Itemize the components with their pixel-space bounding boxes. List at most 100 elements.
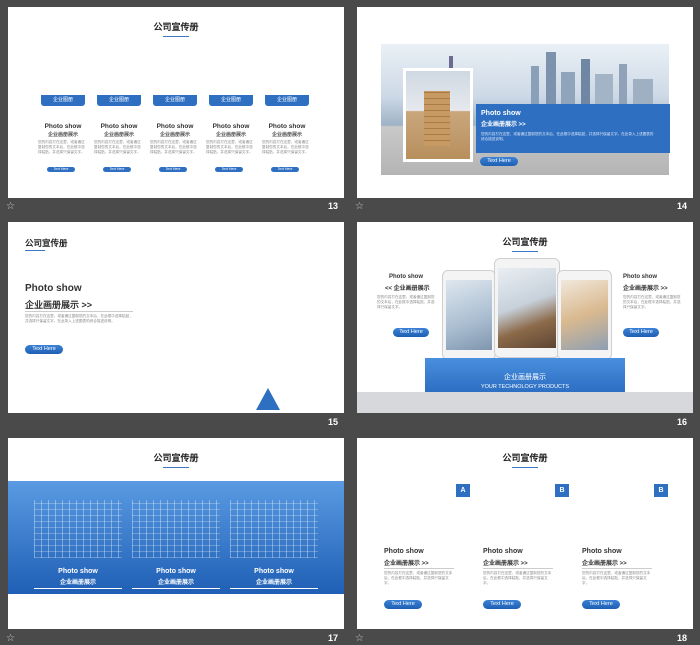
- column-heading-1: Photo show: [582, 548, 622, 555]
- slide-number: 17: [327, 633, 338, 643]
- text-here-pill[interactable]: Text Here: [159, 167, 187, 172]
- text-here-pill[interactable]: Text Here: [271, 167, 299, 172]
- body-text: 您的内容打在这里，或者通过复制您的文本后，在此框中选择粘贴，并选择只保留文字。在…: [25, 314, 133, 323]
- card-heading-2: 企业画册展示: [157, 580, 194, 586]
- card-underline: [34, 588, 122, 589]
- bottom-strip: [357, 392, 693, 413]
- blocks-photo: [403, 68, 473, 162]
- col-heading-1: Photo show: [156, 123, 194, 130]
- slide-17[interactable]: 公司宣传册 Photo show 企业画册展示 Photo show 企业画册展…: [8, 438, 344, 629]
- slide-15[interactable]: 公司宣传册 Photo show 企业画册展示 >> 您的内容打在这里，或者通过…: [8, 222, 344, 413]
- slide-13-footer: ☆ 13: [4, 198, 346, 220]
- text-here-button[interactable]: Text Here: [483, 600, 521, 609]
- slide-14-footer: ☆ 14: [353, 198, 695, 220]
- band-line-1: 企业画册展示: [504, 374, 546, 381]
- tab-label-4: 企业图册: [209, 95, 253, 106]
- tab-label-2: 企业图册: [97, 95, 141, 106]
- photo-4: [209, 55, 253, 97]
- col-heading-1: Photo show: [268, 123, 306, 130]
- tab-label-1: 企业图册: [41, 95, 85, 106]
- slide-number: 14: [676, 201, 687, 211]
- overlay-line-1: 企业画册展示: [218, 301, 249, 307]
- slide-title: 公司宣传册: [8, 20, 344, 37]
- card-photo-1: [34, 500, 122, 558]
- slide-number: 15: [327, 417, 338, 427]
- tab-label-3: 企业图册: [153, 95, 197, 106]
- card-heading-1: Photo show: [156, 568, 196, 575]
- col-body: 您的内容打在这里，或者通过复制您的文本后，在此框中选择粘贴，并选择只保留文字。: [262, 140, 309, 154]
- slide-title: 公司宣传册: [357, 451, 693, 468]
- panel-heading-1: Photo show: [481, 110, 521, 117]
- triangle-accent: [256, 388, 280, 410]
- col-heading-2: 企业画册展示: [159, 132, 190, 138]
- photo-5: [265, 55, 309, 97]
- column-heading-1: Photo show: [483, 548, 523, 555]
- right-text-here-button[interactable]: Text Here: [623, 328, 659, 337]
- panel-body: 您的内容打在这里，或者通过复制您的文本后，在此框中选择粘贴，并选择只保留文字。在…: [481, 132, 654, 141]
- left-text-here-button[interactable]: Text Here: [393, 328, 429, 337]
- slide-16[interactable]: 公司宣传册 Photo show << 企业画册展示 您的内容打在这里，或者通过…: [357, 222, 693, 413]
- column-heading-2: 企业画册展示 >>: [384, 561, 429, 567]
- slide-15-footer: 15: [4, 414, 346, 436]
- star-icon[interactable]: ☆: [6, 633, 15, 644]
- col-heading-1: Photo show: [44, 123, 82, 130]
- overlay-line-2: YOUR TECHNOLOGY: [208, 309, 259, 315]
- star-icon[interactable]: ☆: [6, 201, 15, 212]
- col-body: 您的内容打在这里，或者通过复制您的文本后，在此框中选择粘贴，并选择只保留文字。: [94, 140, 141, 154]
- text-here-button[interactable]: Text Here: [384, 600, 422, 609]
- text-here-pill[interactable]: Text Here: [215, 167, 243, 172]
- badge-2: B: [555, 484, 569, 497]
- left-heading-2: << 企业画册展示: [385, 286, 430, 292]
- overlay-text: 企业画册展示 YOUR TECHNOLOGY PRODUCTS: [208, 300, 259, 324]
- slide-number: 13: [327, 201, 338, 211]
- phone-center: [494, 258, 560, 358]
- slide-number: 18: [676, 633, 687, 643]
- photo-3: [153, 55, 197, 97]
- card-heading-2: 企业画册展示: [255, 580, 292, 586]
- slide-title: 公司宣传册: [8, 451, 344, 468]
- text-here-button[interactable]: Text Here: [480, 157, 518, 166]
- column-divider: [582, 568, 652, 569]
- phone-left: [442, 270, 496, 360]
- right-body-text: 您的内容打在这里，或者通过复制您的文本后，在此框中选择粘贴，并选择只保留文字。: [623, 295, 681, 309]
- info-panel: Photo show 企业画册展示 >> 您的内容打在这里，或者通过复制您的文本…: [476, 104, 670, 153]
- slide-18[interactable]: 公司宣传册 A Photo show 企业画册展示 >> 您的内容打在这里，或者…: [357, 438, 693, 629]
- card-photo-3: [230, 500, 318, 558]
- slide-16-footer: 16: [353, 414, 695, 436]
- column-heading-2: 企业画册展示 >>: [483, 561, 528, 567]
- col-body: 您的内容打在这里，或者通过复制您的文本后，在此框中选择粘贴，并选择只保留文字。: [38, 140, 85, 154]
- column-divider: [384, 568, 454, 569]
- left-body-text: 您的内容打在这里，或者通过复制您的文本后，在此框中选择粘贴，并选择只保留文字。: [377, 295, 435, 309]
- slide-13[interactable]: 公司宣传册 企业图册 Photo show 企业画册展示 您的内容打在这里，或者…: [8, 7, 344, 198]
- right-heading-2: 企业画册展示 >>: [623, 286, 668, 292]
- left-heading-1: Photo show: [389, 274, 423, 280]
- card-photo-2: [132, 500, 220, 558]
- star-icon[interactable]: ☆: [355, 633, 364, 644]
- card-heading-1: Photo show: [58, 568, 98, 575]
- photo-1: [41, 55, 85, 97]
- badge-1: A: [456, 484, 470, 497]
- text-here-pill[interactable]: Text Here: [103, 167, 131, 172]
- band-line-2: YOUR TECHNOLOGY PRODUCTS: [480, 384, 570, 390]
- column-heading-2: 企业画册展示 >>: [582, 561, 627, 567]
- col-heading-2: 企业画册展示: [215, 132, 246, 138]
- badge-3: B: [654, 484, 668, 497]
- card-underline: [230, 588, 318, 589]
- text-here-button[interactable]: Text Here: [25, 345, 63, 354]
- slide-18-footer: ☆ 18: [353, 630, 695, 645]
- star-icon[interactable]: ☆: [355, 201, 364, 212]
- phone-right: [557, 270, 612, 360]
- slide-title: 公司宣传册: [25, 238, 68, 248]
- column-body: 您的内容打在这里，或者通过复制您的文本后，在此框中选择粘贴，并选择只保留文字。: [384, 571, 453, 585]
- col-heading-1: Photo show: [212, 123, 250, 130]
- slide-17-footer: ☆ 17: [4, 630, 346, 645]
- col-heading-2: 企业画册展示: [103, 132, 134, 138]
- col-heading-2: 企业画册展示: [271, 132, 302, 138]
- heading-1: Photo show: [25, 283, 82, 294]
- col-heading-1: Photo show: [100, 123, 138, 130]
- slide-14[interactable]: Photo show 企业画册展示 >> 您的内容打在这里，或者通过复制您的文本…: [357, 7, 693, 198]
- text-here-pill[interactable]: Text Here: [47, 167, 75, 172]
- slide-number: 16: [676, 417, 687, 427]
- col-heading-2: 企业画册展示: [47, 132, 78, 138]
- text-here-button[interactable]: Text Here: [582, 600, 620, 609]
